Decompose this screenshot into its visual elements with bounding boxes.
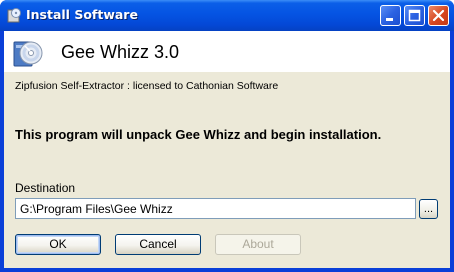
- close-icon: [432, 9, 445, 22]
- install-message: This program will unpack Gee Whizz and b…: [15, 127, 382, 142]
- window-title: Install Software: [26, 7, 138, 22]
- license-text: Zipfusion Self-Extractor : licensed to C…: [15, 80, 279, 92]
- installer-icon: [7, 8, 21, 23]
- about-button: About: [215, 234, 301, 255]
- maximize-icon: [408, 9, 421, 22]
- destination-label: Destination: [15, 181, 76, 195]
- destination-field[interactable]: [15, 198, 416, 219]
- app-title: Gee Whizz 3.0: [61, 42, 180, 62]
- minimize-button[interactable]: [380, 5, 401, 26]
- title-bar[interactable]: Install Software: [0, 0, 454, 31]
- installer-cd-icon: [13, 41, 43, 67]
- close-button[interactable]: [428, 5, 449, 26]
- maximize-button[interactable]: [404, 5, 425, 26]
- minimize-icon: [386, 18, 393, 21]
- browse-button[interactable]: ...: [419, 199, 438, 219]
- dialog-body: Gee Whizz 3.0 Zipfusion Self-Extractor :…: [4, 31, 450, 268]
- cancel-button[interactable]: Cancel: [115, 234, 201, 255]
- ok-button[interactable]: OK: [15, 234, 101, 255]
- install-software-window: Install Software Gee Whizz 3.0 Zipfusion…: [0, 0, 454, 272]
- header-banner: Gee Whizz 3.0: [4, 31, 450, 72]
